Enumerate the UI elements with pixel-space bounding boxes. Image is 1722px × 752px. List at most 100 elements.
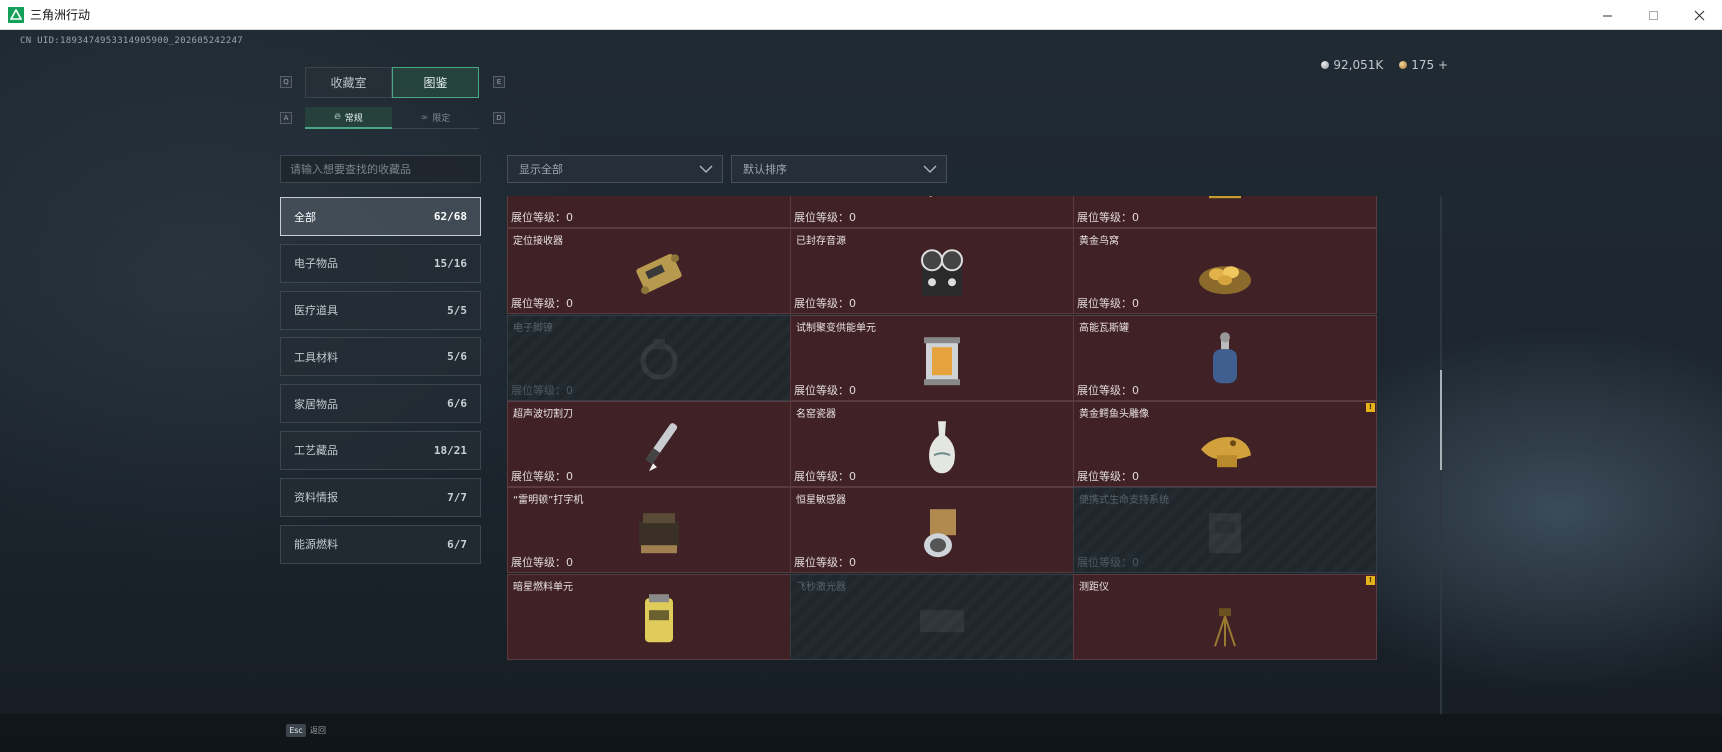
typewriter-icon (639, 513, 679, 554)
maximize-icon (1648, 10, 1658, 20)
back-label: 返回 (310, 726, 326, 735)
subtab-regular[interactable]: 🔥︎ 常规 (305, 107, 392, 129)
gas-canister-icon (1213, 331, 1237, 383)
bottom-bar (0, 714, 1722, 752)
silver-amount: 92,051K (1333, 58, 1384, 72)
gold-amount: 175 + (1411, 58, 1448, 72)
collection-card[interactable]: 便携式生命支持系统 展位等级：0 (1073, 487, 1377, 574)
display-level: 展位等级：0 (511, 383, 573, 397)
key-hint-e: E (493, 76, 505, 88)
display-level: 展位等级：0 (511, 297, 573, 311)
tab-catalog[interactable]: 图鉴 (392, 67, 479, 98)
display-level: 展位等级：0 (1077, 469, 1139, 483)
category-count: 6/6 (447, 397, 467, 411)
category-item[interactable]: 能源燃料 6/7 (280, 524, 481, 564)
collection-card[interactable]: 电子脚镣展位等级：0 (507, 314, 811, 401)
display-level: 展位等级：0 (1077, 297, 1139, 311)
minimize-button[interactable] (1584, 0, 1630, 30)
silver-currency[interactable]: 92,051K (1321, 58, 1383, 72)
display-filter-dropdown[interactable]: 显示全部 (507, 155, 723, 183)
collection-card[interactable]: 高能瓦斯罐展位等级：0 (1073, 314, 1377, 401)
gold-crocodile-icon (1201, 436, 1251, 468)
display-level: 展位等级：0 (794, 383, 856, 397)
tab-collection-room[interactable]: 收藏室 (305, 67, 392, 98)
collection-card[interactable]: 名窑瓷器展位等级：0! (790, 400, 1094, 487)
collection-card-name: 超声波切割刀 (513, 408, 573, 420)
esc-key-hint: Esc (286, 724, 306, 737)
laser-icon (920, 609, 964, 632)
collection-card[interactable]: 展位等级：0 (507, 196, 811, 228)
category-count: 15/16 (433, 256, 467, 270)
key-hint-q: Q (280, 76, 292, 88)
maximize-button[interactable] (1630, 0, 1676, 30)
porcelain-vase-icon (929, 421, 955, 474)
display-level: 展位等级：0 (511, 211, 573, 224)
category-item[interactable]: 医疗道具 5/5 (280, 290, 481, 330)
category-item[interactable]: 工艺藏品 18/21 (280, 430, 481, 470)
subtab-limited-label: 限定 (432, 114, 451, 124)
close-button[interactable] (1676, 0, 1722, 30)
collection-card[interactable]: 暗星燃料单元 (507, 573, 811, 660)
key-hint-d: D (493, 112, 505, 124)
user-uid: CN UID:1893474953314905900_202605242247 (20, 36, 244, 46)
currency-bar: 92,051K 175 + (1321, 58, 1448, 72)
back-button[interactable]: Esc 返回 (286, 724, 326, 737)
sort-value: 默认排序 (743, 163, 787, 176)
main-tabs: 收藏室 图鉴 (305, 67, 479, 98)
display-level: 展位等级：0 (1077, 211, 1139, 224)
key-hint-a: A (280, 112, 292, 124)
category-item[interactable]: 电子物品 15/16 (280, 243, 481, 283)
painting-icon (920, 196, 965, 197)
cutter-knife-icon (645, 423, 678, 472)
display-level: 展位等级：0 (794, 211, 856, 224)
category-item[interactable]: 资料情报 7/7 (280, 477, 481, 517)
chevron-down-icon (699, 165, 713, 174)
warning-badge-icon: ! (1366, 402, 1375, 412)
collection-card[interactable]: 展位等级：0 (790, 196, 1094, 228)
category-item[interactable]: 家居物品 6/6 (280, 384, 481, 424)
collection-card[interactable]: 试制聚变供能单元 展位等级：0 (790, 314, 1094, 401)
display-level: 展位等级：0 (511, 469, 573, 483)
fuel-cell-icon (645, 593, 673, 642)
app-logo-icon (8, 6, 24, 23)
display-level: 展位等级：0 (794, 297, 856, 311)
display-level: 展位等级：0 (1077, 383, 1139, 397)
subtab-limited[interactable]: ∞ 限定 (392, 107, 479, 129)
collection-card[interactable]: 定位接收器展位等级：0 (507, 228, 811, 315)
collection-card-name: 飞秒激光器 (796, 581, 846, 593)
minimize-icon (1602, 15, 1612, 16)
infinity-icon: ∞ (420, 112, 429, 123)
collection-card-name: 高能瓦斯罐 (1079, 322, 1129, 334)
game-viewport: CN UID:1893474953314905900_202605242247 … (0, 30, 1722, 752)
collection-card[interactable]: 飞秒激光器 (790, 573, 1094, 660)
category-label: 能源燃料 (294, 538, 338, 552)
gold-currency[interactable]: 175 + (1399, 58, 1448, 72)
collection-search-input[interactable] (280, 155, 481, 183)
collection-card-name: 试制聚变供能单元 (796, 322, 876, 334)
grid-scroll-thumb[interactable] (1440, 370, 1442, 470)
collection-card[interactable]: 黄金鸟窝 展位等级：0 (1073, 228, 1377, 315)
sort-dropdown[interactable]: 默认排序 (731, 155, 947, 183)
category-count: 62/68 (433, 210, 467, 223)
collection-card[interactable]: 测距仪! (1073, 573, 1377, 660)
category-list: 全部 62/68 电子物品 15/16 医疗道具 5/5 工具材料 5/6 家居物品 6/6 工艺藏… (280, 197, 481, 571)
collection-grid: 展位等级：0 展位等级：0 展位等级：0 定位接收器 展位等级：0 已封存音源 展位等级：0… (507, 196, 1437, 715)
collection-card-name: 便携式生命支持系统 (1079, 495, 1169, 507)
collection-card-name: 电子脚镣 (513, 322, 553, 334)
category-label: 电子物品 (294, 257, 338, 271)
collection-card-name: 名窑瓷器 (796, 408, 836, 420)
collection-card[interactable]: 展位等级：0 (1073, 196, 1377, 228)
category-label: 家居物品 (294, 397, 338, 411)
category-label: 工具材料 (294, 350, 338, 364)
gear-assembly-icon (627, 196, 691, 220)
collection-card[interactable]: 已封存音源 展位等级：0 (790, 228, 1094, 315)
collection-card[interactable]: 超声波切割刀 展位等级：0 (507, 400, 811, 487)
category-item[interactable]: 全部 62/68 (280, 197, 481, 236)
collection-card[interactable]: 恒星敏感器展位等级：0! (790, 487, 1094, 574)
collection-card-name: 定位接收器 (513, 236, 563, 248)
collection-card-name: 暗星燃料单元 (513, 581, 573, 593)
category-item[interactable]: 工具材料 5/6 (280, 337, 481, 377)
collection-card[interactable]: “雷明顿”打字机 展位等级：0 (507, 487, 811, 574)
collection-card[interactable]: 黄金鳄鱼头雕像 展位等级：0! (1073, 400, 1377, 487)
category-count: 18/21 (433, 443, 467, 457)
